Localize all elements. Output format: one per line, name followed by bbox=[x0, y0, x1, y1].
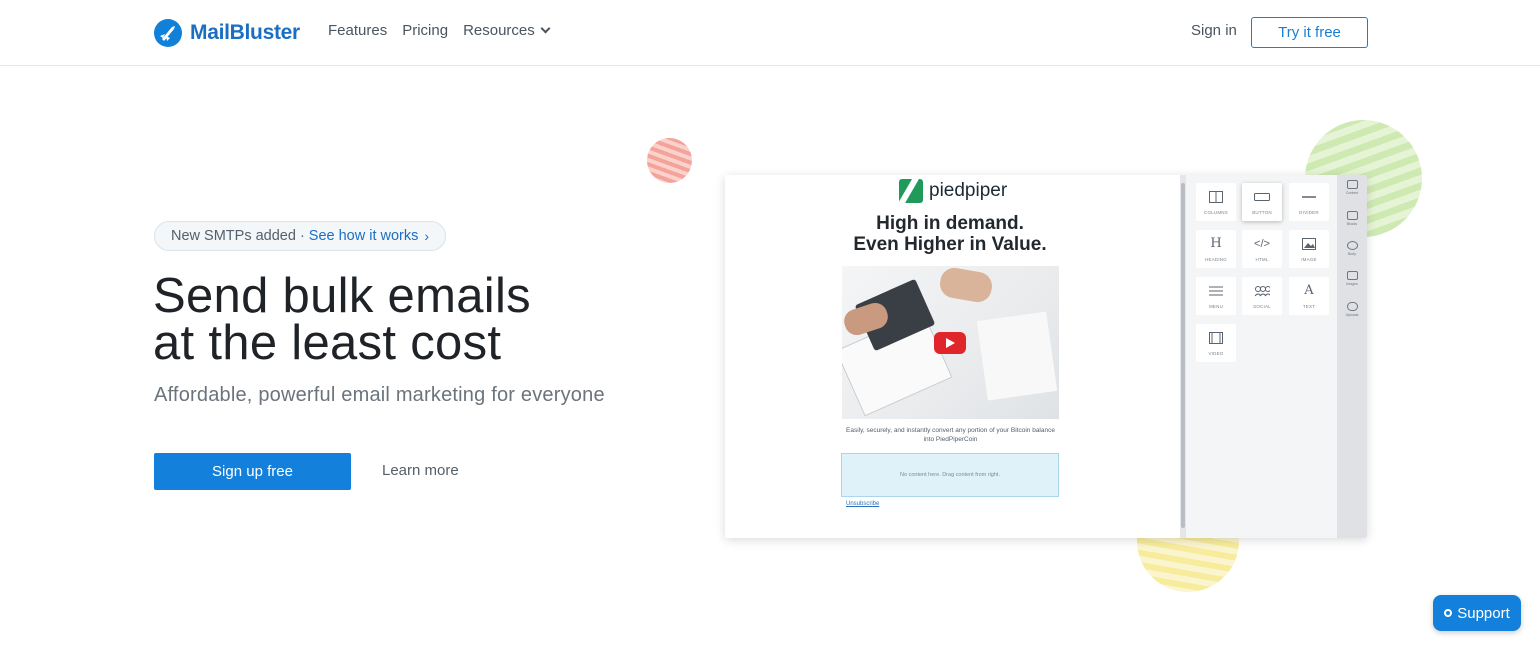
mock-unsubscribe-link: Unsubscribe bbox=[846, 501, 880, 507]
sign-up-button[interactable]: Sign up free bbox=[154, 453, 351, 490]
tile-label: COLUMNS bbox=[1204, 209, 1228, 215]
side-tab-images: Images bbox=[1345, 271, 1359, 286]
hero-title-line2: at the least cost bbox=[153, 316, 502, 370]
support-icon bbox=[1444, 609, 1453, 617]
tile-button: BUTTON bbox=[1242, 183, 1282, 221]
mock-headline: High in demand. Even Higher in Value. bbox=[725, 213, 1175, 255]
side-tab-uploads: Uploads bbox=[1345, 302, 1359, 317]
side-tab-body: Body bbox=[1345, 241, 1359, 256]
decorative-circle-pink bbox=[647, 138, 692, 183]
chevron-down-icon bbox=[540, 23, 551, 34]
blocks-icon bbox=[1346, 211, 1358, 220]
tile-label: MENU bbox=[1208, 303, 1224, 309]
main-nav: Features Pricing Resources bbox=[328, 22, 551, 39]
nav-pricing-label: Pricing bbox=[402, 22, 449, 39]
tile-label: HTML bbox=[1255, 256, 1269, 262]
tile-label: BUTTON bbox=[1252, 209, 1272, 215]
columns-icon bbox=[1208, 190, 1224, 204]
hero-title: Send bulk emails at the least cost bbox=[153, 269, 531, 370]
support-button[interactable]: Support bbox=[1433, 595, 1521, 631]
tile-video: VIDEO bbox=[1196, 324, 1236, 362]
nav-resources-label: Resources bbox=[463, 22, 535, 39]
piedpiper-brand: piedpiper bbox=[929, 180, 1008, 201]
side-tab-label: Uploads bbox=[1345, 313, 1359, 317]
side-tab-label: Images bbox=[1346, 282, 1358, 286]
tile-divider: DIVIDER bbox=[1289, 183, 1329, 221]
cloud-upload-icon bbox=[1346, 302, 1358, 311]
button-icon bbox=[1254, 190, 1270, 204]
menu-icon bbox=[1208, 284, 1224, 298]
side-tab-content: Content bbox=[1345, 180, 1359, 195]
logo-text: MailBluster bbox=[190, 21, 300, 44]
pill-link[interactable]: See how it works bbox=[309, 228, 419, 244]
chevron-right-icon: › bbox=[424, 228, 430, 244]
heading-icon: H bbox=[1210, 236, 1222, 251]
images-icon bbox=[1346, 271, 1358, 280]
code-icon: </> bbox=[1254, 237, 1270, 250]
video-icon bbox=[1208, 331, 1224, 345]
tile-heading: H HEADING bbox=[1196, 230, 1236, 268]
mock-caption: Easily, securely, and instantly convert … bbox=[846, 427, 1055, 443]
divider-icon bbox=[1301, 190, 1317, 204]
nav-features[interactable]: Features bbox=[328, 22, 387, 39]
tile-label: VIDEO bbox=[1208, 350, 1224, 356]
tile-image: IMAGE bbox=[1289, 230, 1329, 268]
youtube-play-icon bbox=[934, 332, 966, 354]
tile-label: SOCIAL bbox=[1253, 303, 1271, 309]
side-tab-label: Body bbox=[1348, 252, 1356, 256]
site-header: MailBluster Features Pricing Resources S… bbox=[0, 0, 1540, 66]
tile-label: DIVIDER bbox=[1299, 209, 1319, 215]
social-icon bbox=[1254, 284, 1270, 298]
mock-headline-line1: High in demand. bbox=[876, 213, 1024, 234]
support-label: Support bbox=[1457, 604, 1510, 622]
piedpiper-logo: piedpiper bbox=[899, 179, 1007, 203]
mock-drop-zone: No content here. Drag content from right… bbox=[841, 453, 1059, 497]
side-tab-label: Content bbox=[1345, 191, 1359, 195]
piedpiper-leaf-icon bbox=[899, 179, 923, 203]
sign-in-link[interactable]: Sign in bbox=[1191, 22, 1237, 39]
try-free-button[interactable]: Try it free bbox=[1251, 17, 1368, 48]
tile-label: HEADING bbox=[1205, 256, 1227, 262]
tile-label: IMAGE bbox=[1301, 256, 1317, 262]
nav-resources[interactable]: Resources bbox=[463, 22, 551, 39]
editor-canvas: piedpiper High in demand. Even Higher in… bbox=[725, 175, 1180, 538]
announcement-pill[interactable]: New SMTPs added · See how it works › bbox=[154, 221, 447, 251]
logo[interactable]: MailBluster bbox=[154, 19, 300, 47]
pill-text: New SMTPs added · bbox=[171, 228, 305, 244]
editor-side-tabs bbox=[1337, 175, 1367, 538]
tile-text: A TEXT bbox=[1289, 277, 1329, 315]
paper-shape bbox=[976, 311, 1058, 401]
nav-features-label: Features bbox=[328, 22, 388, 39]
hero-title-line1: Send bulk emails bbox=[153, 269, 531, 323]
body-icon bbox=[1346, 241, 1358, 250]
tile-menu: MENU bbox=[1196, 277, 1236, 315]
image-icon bbox=[1301, 237, 1317, 251]
content-icon bbox=[1346, 180, 1358, 189]
learn-more-link[interactable]: Learn more bbox=[382, 462, 459, 479]
side-tab-blocks: Blocks bbox=[1345, 211, 1359, 226]
tile-columns: COLUMNS bbox=[1196, 183, 1236, 221]
mock-video-image bbox=[842, 266, 1059, 419]
hand-shape bbox=[937, 266, 995, 305]
side-tab-label: Blocks bbox=[1346, 222, 1358, 226]
tile-social: SOCIAL bbox=[1242, 277, 1282, 315]
canvas-scroll-thumb bbox=[1181, 183, 1185, 528]
tile-html: </> HTML bbox=[1242, 230, 1282, 268]
logo-rocket-icon bbox=[154, 19, 182, 47]
mock-headline-line2: Even Higher in Value. bbox=[853, 234, 1047, 255]
email-editor-mockup: piedpiper High in demand. Even Higher in… bbox=[725, 175, 1367, 538]
hero-subtitle: Affordable, powerful email marketing for… bbox=[154, 384, 605, 406]
nav-pricing[interactable]: Pricing bbox=[402, 22, 448, 39]
text-icon: A bbox=[1304, 283, 1314, 298]
tile-label: TEXT bbox=[1302, 303, 1316, 309]
